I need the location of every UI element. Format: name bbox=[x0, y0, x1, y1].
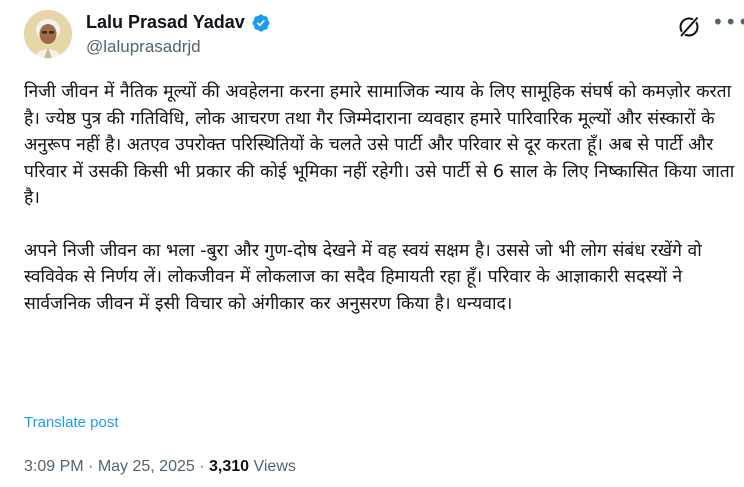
avatar[interactable] bbox=[24, 10, 72, 58]
more-options-icon[interactable]: ••• bbox=[712, 10, 744, 34]
author-name[interactable]: Lalu Prasad Yadav bbox=[86, 12, 245, 33]
post-body: निजी जीवन में नैतिक मूल्यों की अवहेलना क… bbox=[24, 79, 736, 317]
grok-icon[interactable] bbox=[676, 14, 702, 40]
meta-separator: · bbox=[83, 458, 98, 475]
post-meta: 3:09 PM · May 25, 2025 · 3,310 Views bbox=[24, 458, 296, 476]
post-paragraph: अपने निजी जीवन का भला -बुरा और गुण-दोष द… bbox=[24, 240, 702, 314]
tweet-post: Lalu Prasad Yadav @laluprasadrjd ••• निज… bbox=[0, 0, 744, 487]
post-paragraph: निजी जीवन में नैतिक मूल्यों की अवहेलना क… bbox=[24, 82, 735, 208]
meta-separator: · bbox=[194, 458, 209, 475]
avatar-image bbox=[24, 10, 72, 58]
translate-post-link[interactable]: Translate post bbox=[24, 414, 119, 431]
views-label: Views bbox=[249, 458, 296, 475]
post-time[interactable]: 3:09 PM bbox=[24, 458, 84, 475]
author-handle[interactable]: @laluprasadrjd bbox=[86, 37, 201, 57]
verified-badge-icon bbox=[251, 13, 271, 33]
author-name-row: Lalu Prasad Yadav bbox=[86, 12, 271, 33]
views-count: 3,310 bbox=[208, 458, 250, 475]
post-date[interactable]: May 25, 2025 bbox=[98, 458, 195, 475]
